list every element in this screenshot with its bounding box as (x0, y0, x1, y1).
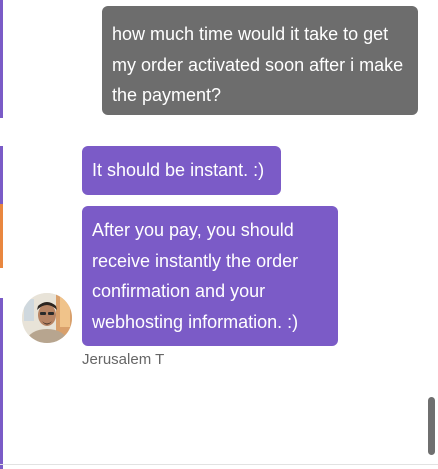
person-photo-icon (22, 293, 72, 343)
scrollbar-thumb[interactable] (428, 397, 435, 455)
incoming-message-bubble: It should be instant. :) (82, 146, 281, 195)
outgoing-message-text: how much time would it take to get my or… (112, 24, 404, 105)
chat-message-pane: how much time would it take to get my or… (0, 0, 438, 469)
divider (0, 464, 438, 465)
page-edge-strip (0, 0, 3, 469)
agent-name-label: Jerusalem T (82, 351, 165, 368)
incoming-message-bubble: After you pay, you should receive instan… (82, 206, 338, 346)
incoming-message-text: It should be instant. :) (92, 160, 265, 180)
incoming-message-text: After you pay, you should receive instan… (92, 220, 299, 332)
outgoing-message-bubble: how much time would it take to get my or… (102, 6, 418, 115)
agent-avatar (22, 293, 72, 343)
